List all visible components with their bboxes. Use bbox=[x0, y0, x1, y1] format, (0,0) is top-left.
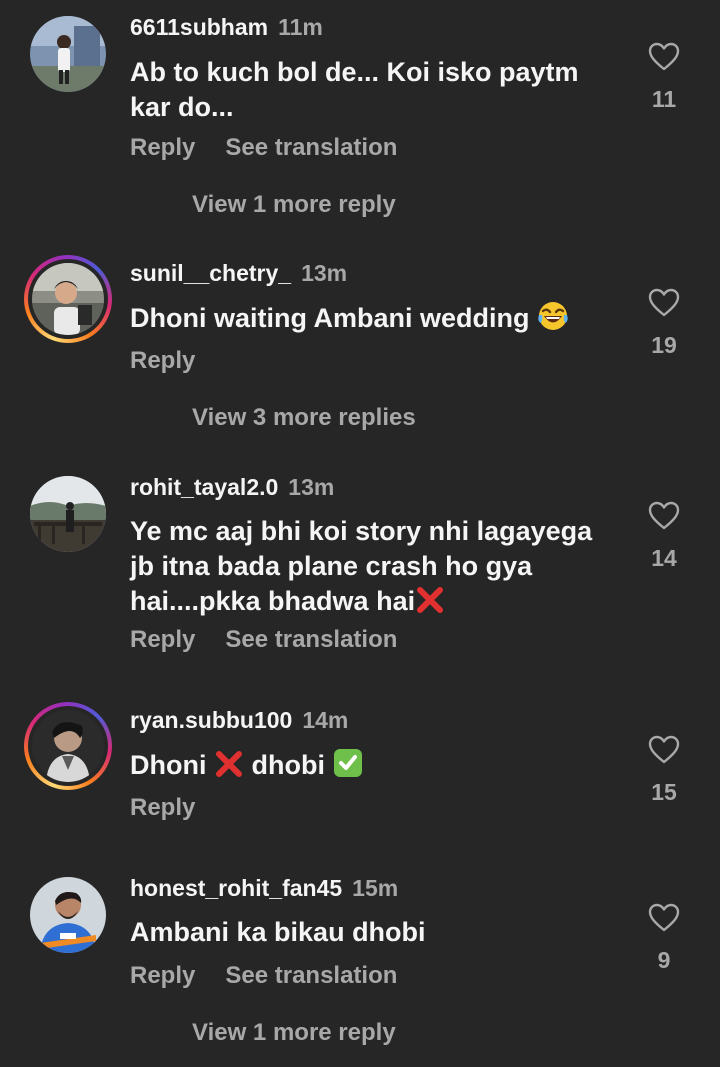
view-more-replies-button[interactable]: View 3 more replies bbox=[192, 404, 416, 432]
reply-button[interactable]: Reply bbox=[130, 962, 195, 989]
username[interactable]: rohit_tayal2.0 bbox=[130, 474, 278, 500]
check-mark-icon bbox=[333, 748, 363, 787]
comment-actions: Reply bbox=[130, 794, 195, 822]
see-translation-button[interactable]: See translation bbox=[225, 962, 397, 989]
username[interactable]: ryan.subbu100 bbox=[130, 707, 292, 733]
avatar[interactable] bbox=[30, 476, 106, 552]
comment-time: 11m bbox=[278, 14, 323, 40]
comment-text: Ye mc aaj bhi koi story nhi lagayega jb … bbox=[130, 514, 620, 623]
heart-icon[interactable] bbox=[648, 42, 680, 72]
avatar[interactable] bbox=[30, 16, 106, 92]
comment-text: Ab to kuch bol de... Koi isko paytm kar … bbox=[130, 57, 579, 122]
like-count: 11 bbox=[651, 86, 677, 112]
avatar[interactable] bbox=[30, 877, 106, 953]
see-translation-button[interactable]: See translation bbox=[225, 134, 397, 161]
heart-icon[interactable] bbox=[648, 735, 680, 765]
like-control: 14 bbox=[640, 501, 688, 572]
comment-time: 13m bbox=[301, 260, 348, 286]
avatar[interactable] bbox=[24, 702, 112, 790]
comment-text: Ambani ka bikau dhobi bbox=[130, 917, 426, 947]
comment-header: ryan.subbu100 14m bbox=[130, 707, 348, 734]
avatar[interactable] bbox=[24, 255, 112, 343]
comment-text: Dhoni dhobi bbox=[130, 748, 620, 787]
like-count: 19 bbox=[651, 332, 677, 358]
comment-actions: Reply bbox=[130, 347, 195, 375]
like-control: 19 bbox=[640, 288, 688, 359]
reply-button[interactable]: Reply bbox=[130, 626, 195, 653]
like-control: 9 bbox=[640, 903, 688, 974]
comment-text: Dhoni waiting Ambani wedding bbox=[130, 301, 620, 340]
comment-text-body: Dhoni waiting Ambani wedding bbox=[130, 303, 530, 333]
comment-header: honest_rohit_fan45 15m bbox=[130, 875, 398, 902]
username[interactable]: sunil__chetry_ bbox=[130, 260, 291, 286]
username[interactable]: honest_rohit_fan45 bbox=[130, 875, 342, 901]
username[interactable]: 6611subham bbox=[130, 14, 268, 40]
comment-text-part: dhobi bbox=[251, 750, 325, 780]
reply-button[interactable]: Reply bbox=[130, 794, 195, 821]
like-count: 9 bbox=[657, 947, 671, 973]
see-translation-button[interactable]: See translation bbox=[225, 626, 397, 653]
heart-icon[interactable] bbox=[648, 501, 680, 531]
like-control: 11 bbox=[640, 42, 688, 113]
comment-time: 15m bbox=[352, 875, 399, 901]
like-count: 14 bbox=[651, 545, 677, 571]
comment-actions: Reply See translation bbox=[130, 962, 397, 990]
comment-text-part: Dhoni bbox=[130, 750, 207, 780]
view-more-replies-button[interactable]: View 1 more reply bbox=[192, 191, 396, 219]
heart-icon[interactable] bbox=[648, 903, 680, 933]
comment-actions: Reply See translation bbox=[130, 134, 397, 162]
cross-mark-icon bbox=[214, 750, 244, 787]
reply-button[interactable]: Reply bbox=[130, 347, 195, 374]
comment-actions: Reply See translation bbox=[130, 626, 397, 654]
comment-text-body: Ye mc aaj bhi koi story nhi lagayega jb … bbox=[130, 516, 593, 616]
comment-time: 14m bbox=[302, 707, 349, 733]
comment-time: 13m bbox=[288, 474, 335, 500]
cross-mark-icon bbox=[415, 586, 445, 623]
heart-icon[interactable] bbox=[648, 288, 680, 318]
comment-header: sunil__chetry_ 13m bbox=[130, 260, 347, 287]
reply-button[interactable]: Reply bbox=[130, 134, 195, 161]
like-control: 15 bbox=[640, 735, 688, 806]
comment-header: 6611subham 11m bbox=[130, 14, 323, 41]
laughing-emoji-icon bbox=[537, 301, 569, 340]
like-count: 15 bbox=[651, 779, 677, 805]
view-more-replies-button[interactable]: View 1 more reply bbox=[192, 1019, 396, 1047]
comment-header: rohit_tayal2.0 13m bbox=[130, 474, 334, 501]
